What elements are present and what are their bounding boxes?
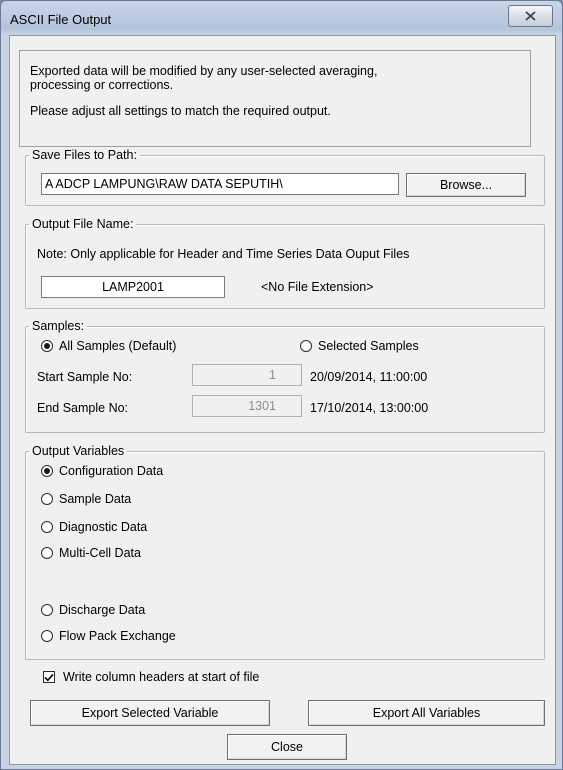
close-icon xyxy=(525,11,536,21)
radio-unselected-icon xyxy=(300,340,312,352)
option-label: Flow Pack Exchange xyxy=(59,629,176,643)
radio-selected-icon xyxy=(41,465,53,477)
ascii-file-output-dialog: ASCII File Output Exported data will be … xyxy=(0,0,563,770)
output-file-name-note: Note: Only applicable for Header and Tim… xyxy=(37,247,410,261)
end-sample-time: 17/10/2014, 13:00:00 xyxy=(310,401,429,415)
save-path-input[interactable]: A ADCP LAMPUNG\RAW DATA SEPUTIH\ xyxy=(41,173,399,195)
option-multi-cell-data[interactable]: Multi-Cell Data xyxy=(41,546,141,560)
option-label: Multi-Cell Data xyxy=(59,546,141,560)
option-label: Configuration Data xyxy=(59,464,164,478)
title-bar[interactable]: ASCII File Output xyxy=(1,1,562,35)
radio-unselected-icon xyxy=(41,521,53,533)
option-label: Discharge Data xyxy=(59,603,146,617)
option-discharge-data[interactable]: Discharge Data xyxy=(41,603,145,617)
dialog-client-area: Exported data will be modified by any us… xyxy=(9,35,556,765)
radio-selected-icon xyxy=(41,340,53,352)
all-samples-label: All Samples (Default) xyxy=(59,339,177,353)
option-flow-pack-exchange[interactable]: Flow Pack Exchange xyxy=(41,629,176,643)
window-close-button[interactable] xyxy=(508,5,553,27)
info-line-2: processing or corrections. xyxy=(30,78,174,92)
option-diagnostic-data[interactable]: Diagnostic Data xyxy=(41,520,147,534)
output-variables-legend: Output Variables xyxy=(32,444,125,458)
start-sample-time: 20/09/2014, 11:00:00 xyxy=(310,370,428,384)
start-sample-label: Start Sample No: xyxy=(37,370,133,384)
selected-samples-label: Selected Samples xyxy=(318,339,419,353)
radio-unselected-icon xyxy=(41,604,53,616)
checkbox-checked-icon xyxy=(43,671,55,683)
window-title: ASCII File Output xyxy=(10,12,112,27)
info-line-3: Please adjust all settings to match the … xyxy=(30,104,331,118)
checkmark-icon xyxy=(44,673,54,682)
close-button[interactable]: Close xyxy=(227,734,347,760)
info-panel: Exported data will be modified by any us… xyxy=(19,50,531,147)
output-file-name-input[interactable]: LAMP2001 xyxy=(41,276,225,298)
write-headers-checkbox[interactable]: Write column headers at start of file xyxy=(43,670,259,684)
selected-samples-radio[interactable]: Selected Samples xyxy=(300,339,419,353)
save-path-legend: Save Files to Path: xyxy=(32,148,137,162)
output-file-name-legend: Output File Name: xyxy=(32,217,134,231)
option-label: Diagnostic Data xyxy=(59,520,148,534)
option-configuration-data[interactable]: Configuration Data xyxy=(41,464,163,478)
end-sample-label: End Sample No: xyxy=(37,401,129,415)
export-all-variables-button[interactable]: Export All Variables xyxy=(308,700,545,726)
export-selected-variable-button[interactable]: Export Selected Variable xyxy=(30,700,270,726)
radio-unselected-icon xyxy=(41,630,53,642)
browse-button[interactable]: Browse... xyxy=(406,173,526,197)
all-samples-radio[interactable]: All Samples (Default) xyxy=(41,339,176,353)
option-sample-data[interactable]: Sample Data xyxy=(41,492,131,506)
option-label: Sample Data xyxy=(59,492,132,506)
write-headers-label: Write column headers at start of file xyxy=(63,670,260,684)
radio-unselected-icon xyxy=(41,493,53,505)
end-sample-input[interactable]: 1301 xyxy=(192,395,302,417)
no-extension-label: <No File Extension> xyxy=(261,280,374,294)
start-sample-input[interactable]: 1 xyxy=(192,364,302,386)
info-line-1: Exported data will be modified by any us… xyxy=(30,64,378,78)
radio-unselected-icon xyxy=(41,547,53,559)
samples-legend: Samples: xyxy=(32,319,85,333)
